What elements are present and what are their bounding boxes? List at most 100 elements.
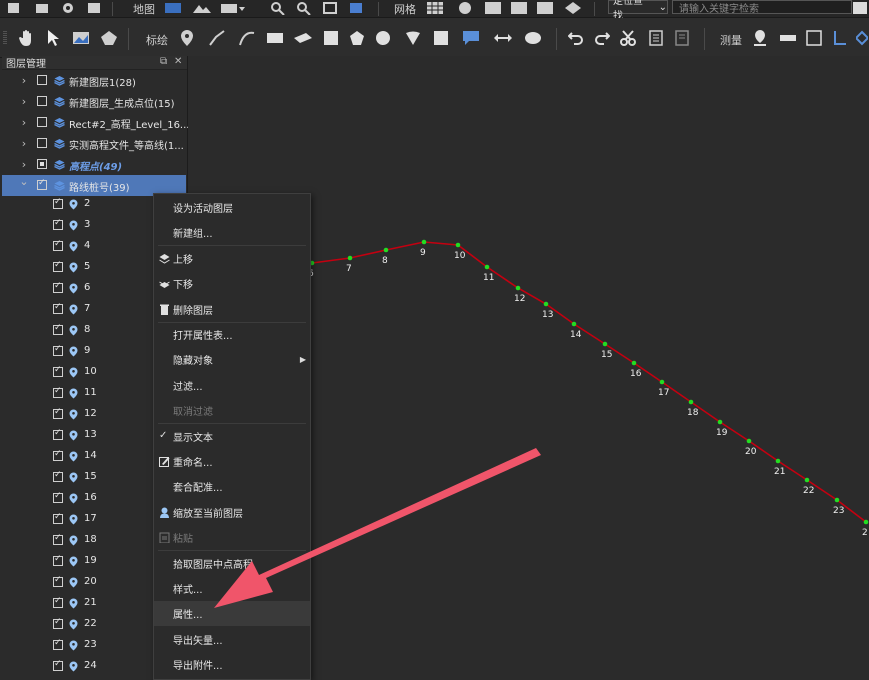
area-m2-icon[interactable]	[804, 27, 824, 49]
menu-item[interactable]: 套合配准...	[154, 474, 310, 499]
route-polyline[interactable]	[311, 241, 867, 523]
point-checkbox[interactable]	[53, 197, 63, 209]
point-checkbox[interactable]	[53, 365, 63, 377]
open-folder-icon[interactable]	[34, 2, 50, 14]
menu-item[interactable]: 样式...	[154, 576, 310, 601]
point-checkbox[interactable]	[53, 260, 63, 272]
menu-item[interactable]: 设为活动图层	[154, 195, 310, 220]
search-icon[interactable]	[852, 1, 868, 15]
station-point[interactable]	[863, 519, 869, 525]
scissors-icon[interactable]	[618, 27, 638, 49]
menu-item[interactable]: 导出附件...	[154, 652, 310, 677]
chevron-right-icon[interactable]: ›	[19, 74, 29, 87]
layer-row[interactable]: › 高程点(49)	[2, 154, 186, 175]
point-checkbox[interactable]	[53, 386, 63, 398]
point-checkbox[interactable]	[53, 575, 63, 587]
locate-select[interactable]: 定位查找 ⌄	[608, 0, 668, 22]
station-point[interactable]	[515, 285, 521, 291]
float-window-icon[interactable]: ⧉	[160, 56, 167, 67]
point-checkbox[interactable]	[53, 638, 63, 650]
station-point[interactable]	[659, 379, 665, 385]
point-checkbox[interactable]	[53, 617, 63, 629]
point-checkbox[interactable]	[53, 218, 63, 230]
select-arrow-icon[interactable]	[42, 28, 64, 48]
menu-item[interactable]: 属性...	[154, 601, 310, 627]
station-point[interactable]	[455, 242, 461, 248]
rectangle-icon[interactable]	[264, 27, 286, 49]
station-point[interactable]	[347, 255, 353, 261]
menu-item[interactable]: 过滤...	[154, 373, 310, 398]
window-icon[interactable]	[348, 1, 364, 15]
grid-custom-icon[interactable]	[536, 1, 554, 15]
save-icon[interactable]	[86, 2, 102, 14]
pan-hand-icon[interactable]	[16, 28, 38, 48]
menu-item[interactable]: 新建组...	[154, 220, 310, 245]
globe-icon[interactable]	[456, 1, 474, 15]
chevron-right-icon[interactable]: ›	[19, 137, 29, 150]
station-point[interactable]	[804, 477, 810, 483]
station-point[interactable]	[421, 239, 427, 245]
layer-row[interactable]: › 实测高程文件_等高线(1...	[2, 133, 186, 154]
point-checkbox[interactable]	[53, 491, 63, 503]
ruler-icon[interactable]	[778, 27, 798, 49]
circle-icon[interactable]	[372, 27, 394, 49]
map-menu-label[interactable]: 地图	[133, 1, 155, 17]
layer-checkbox[interactable]	[37, 159, 47, 169]
gear-icon[interactable]	[60, 1, 76, 15]
area-measure-icon[interactable]	[430, 27, 452, 49]
point-checkbox[interactable]	[53, 659, 63, 671]
point-checkbox[interactable]	[53, 281, 63, 293]
angle-icon[interactable]	[830, 27, 850, 49]
distance-arrow-icon[interactable]	[492, 27, 514, 49]
comment-icon[interactable]	[460, 27, 482, 49]
image-layer-icon[interactable]	[220, 1, 246, 15]
drag-handle-icon[interactable]	[2, 30, 8, 46]
ellipse-icon[interactable]	[522, 27, 544, 49]
close-icon[interactable]: ✕	[174, 56, 182, 67]
basemap-icon[interactable]	[164, 1, 182, 15]
layer-row[interactable]: › 新建图层_生成点位(15)	[2, 91, 186, 112]
zoom-in-icon[interactable]	[270, 1, 286, 15]
document-icon[interactable]	[672, 27, 692, 49]
station-point[interactable]	[543, 301, 549, 307]
station-point[interactable]	[631, 360, 637, 366]
point-checkbox[interactable]	[53, 323, 63, 335]
layer-row[interactable]: › 新建图层1(28)	[2, 70, 186, 91]
menu-item[interactable]: 缩放至当前图层	[154, 500, 310, 525]
station-point[interactable]	[688, 399, 694, 405]
chevron-down-icon[interactable]: ⌄	[19, 175, 29, 188]
polyline-icon[interactable]	[206, 27, 228, 49]
station-point[interactable]	[602, 341, 608, 347]
menu-item[interactable]: 上移	[154, 246, 310, 271]
point-checkbox[interactable]	[53, 512, 63, 524]
point-checkbox[interactable]	[53, 302, 63, 314]
point-checkbox[interactable]	[53, 344, 63, 356]
point-checkbox[interactable]	[53, 407, 63, 419]
layer-checkbox[interactable]	[37, 138, 47, 148]
undo-icon[interactable]	[566, 27, 586, 49]
grid-icon[interactable]	[426, 1, 444, 15]
point-checkbox[interactable]	[53, 554, 63, 566]
new-icon[interactable]	[6, 2, 22, 14]
layer-checkbox[interactable]	[37, 96, 47, 106]
point-checkbox[interactable]	[53, 428, 63, 440]
menu-item[interactable]: 删除图层	[154, 297, 310, 322]
full-extent-icon[interactable]	[322, 1, 338, 15]
curve-icon[interactable]	[236, 27, 258, 49]
redo-icon[interactable]	[592, 27, 612, 49]
point-checkbox[interactable]	[53, 596, 63, 608]
point-checkbox[interactable]	[53, 470, 63, 482]
menu-item[interactable]: 打开属性表...	[154, 322, 310, 347]
image-select-icon[interactable]	[70, 28, 92, 48]
layer-row[interactable]: › Rect#2_高程_Level_16...	[2, 112, 190, 133]
pentagon-icon[interactable]	[346, 27, 368, 49]
layer-checkbox[interactable]	[37, 117, 47, 127]
locate-icon[interactable]	[564, 1, 582, 15]
chevron-right-icon[interactable]: ›	[19, 116, 29, 129]
point-checkbox[interactable]	[53, 449, 63, 461]
point-checkbox[interactable]	[53, 239, 63, 251]
menu-item[interactable]: 导出矢量...	[154, 627, 310, 652]
menu-item[interactable]: 拾取图层中点高程	[154, 551, 310, 576]
station-point[interactable]	[484, 264, 490, 270]
menu-item[interactable]: ✓ 显示文本	[154, 424, 310, 449]
